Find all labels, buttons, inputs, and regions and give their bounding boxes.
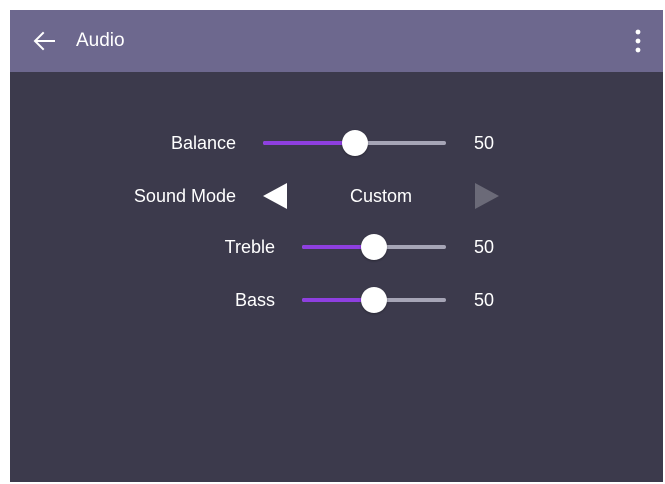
sound-mode-prev-button[interactable]: [262, 182, 288, 210]
bass-slider[interactable]: [302, 287, 446, 313]
bass-label: Bass: [234, 290, 275, 310]
more-vert-icon: [635, 29, 641, 53]
back-button[interactable]: [30, 27, 58, 55]
app-header: Audio: [10, 10, 663, 72]
arrow-left-icon: [33, 31, 55, 51]
bass-value: 50: [474, 290, 495, 310]
audio-settings-screen: Audio Balance 50 Sound Mode Custom Trebl…: [10, 10, 663, 482]
sound-mode-label: Sound Mode: [133, 186, 236, 206]
page-title: Audio: [76, 30, 125, 51]
triangle-left-icon: [263, 183, 287, 209]
treble-label: Treble: [224, 237, 275, 257]
triangle-right-icon: [475, 183, 499, 209]
treble-slider[interactable]: [302, 234, 446, 260]
sound-mode-next-button[interactable]: [474, 182, 500, 210]
balance-slider-fill: [263, 141, 355, 145]
treble-slider-thumb[interactable]: [361, 234, 387, 260]
balance-value: 50: [474, 133, 495, 153]
treble-value: 50: [474, 237, 495, 257]
balance-label: Balance: [170, 133, 236, 153]
more-options-button[interactable]: [626, 27, 650, 55]
bass-slider-thumb[interactable]: [361, 287, 387, 313]
balance-slider[interactable]: [263, 130, 446, 156]
sound-mode-value: Custom: [349, 186, 412, 206]
balance-slider-thumb[interactable]: [341, 130, 368, 156]
